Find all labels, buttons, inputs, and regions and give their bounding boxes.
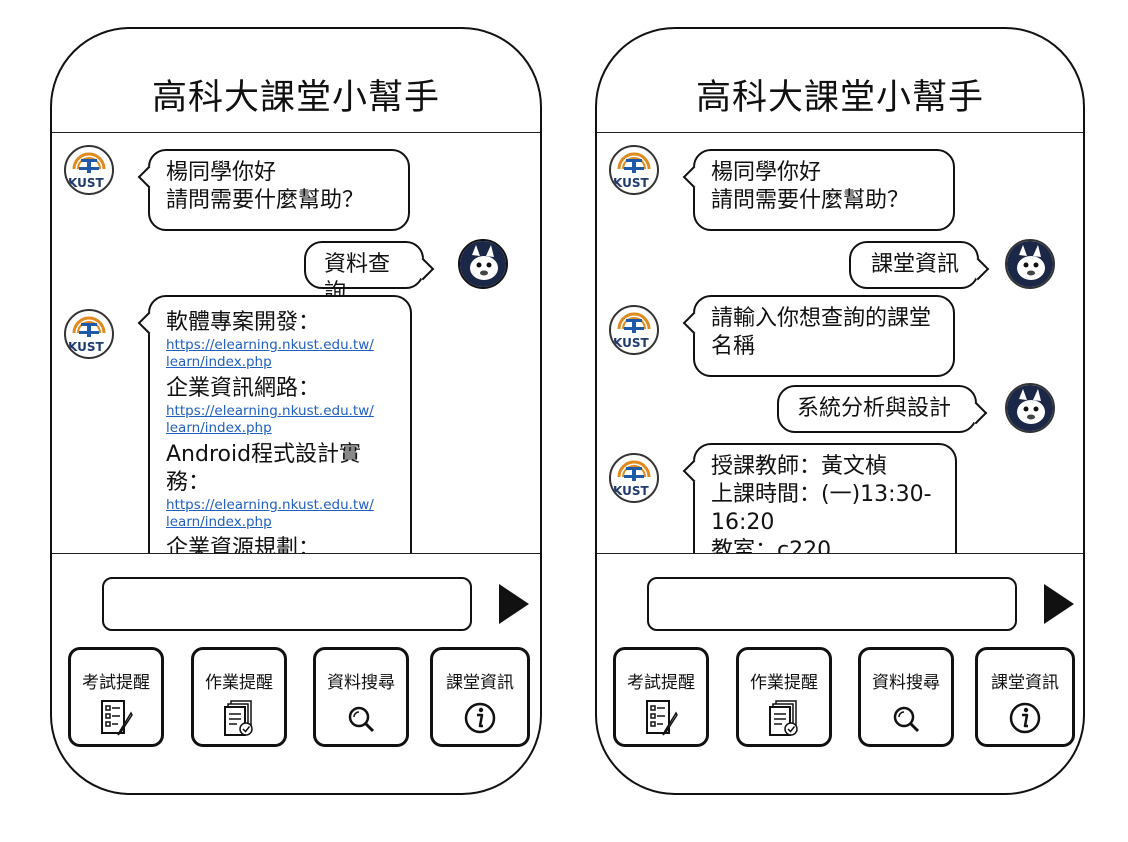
button-label: 作業提醒 xyxy=(750,673,818,693)
button-label: 作業提醒 xyxy=(205,673,273,693)
user-message-text: 課堂資訊 xyxy=(871,252,960,277)
button-label: 考試提醒 xyxy=(627,673,695,693)
data-search-button[interactable]: 資料搜尋 xyxy=(858,647,954,747)
phone-screen-right: 高科大課堂小幫手 KUST 楊同學你好 請問需要什麼幫助？ 課堂資訊 KUST … xyxy=(595,27,1085,795)
course-link[interactable]: https://elearning.nkust.edu.tw/ xyxy=(166,497,396,514)
bot-avatar: KUST xyxy=(64,309,114,359)
course-link[interactable]: https://elearning.nkust.edu.tw/ xyxy=(166,337,396,354)
homework-reminder-button[interactable]: 作業提醒 xyxy=(736,647,832,747)
bot-message-prompt: 請輸入你想查詢的課堂名稱 xyxy=(682,295,955,377)
bot-message-greeting: 楊同學你好 請問需要什麼幫助？ xyxy=(682,149,955,231)
svg-text:KUST: KUST xyxy=(613,484,649,498)
exam-reminder-button[interactable]: 考試提醒 xyxy=(68,647,164,747)
send-arrow-icon[interactable] xyxy=(1044,584,1074,624)
user-avatar xyxy=(1005,239,1055,289)
search-icon xyxy=(893,706,920,733)
svg-text:KUST: KUST xyxy=(613,336,649,350)
svg-text:KUST: KUST xyxy=(68,340,104,354)
user-message: 課堂資訊 xyxy=(849,241,990,289)
chat-area[interactable]: KUST 楊同學你好 請問需要什麼幫助？ 課堂資訊 KUST 請輸入你想查詢的課… xyxy=(597,133,1083,553)
svg-text:KUST: KUST xyxy=(613,176,649,190)
course-name: 軟體專案開發： xyxy=(166,310,321,335)
user-avatar xyxy=(1005,383,1055,433)
input-divider xyxy=(597,553,1083,554)
exam-reminder-button[interactable]: 考試提醒 xyxy=(613,647,709,747)
prompt-text: 請輸入你想查詢的課堂名稱 xyxy=(711,306,932,359)
nkust-logo-icon: KUST xyxy=(613,460,651,498)
greeting-question: 請問需要什麼幫助？ xyxy=(166,188,365,213)
nkust-logo-icon: KUST xyxy=(613,152,651,190)
input-divider xyxy=(52,553,540,554)
course-link[interactable]: learn/index.php xyxy=(166,514,396,531)
app-title: 高科大課堂小幫手 xyxy=(151,78,440,118)
course-link[interactable]: https://elearning.nkust.edu.tw/ xyxy=(166,403,396,420)
message-input[interactable] xyxy=(102,577,472,631)
app-title: 高科大課堂小幫手 xyxy=(695,78,984,118)
teacher-line: 授課教師：黃文楨 xyxy=(711,454,888,479)
exam-checklist-icon xyxy=(646,700,678,736)
send-arrow-icon[interactable] xyxy=(499,584,529,624)
homework-docs-icon xyxy=(224,700,253,736)
bot-message-course-list: 軟體專案開發： https://elearning.nkust.edu.tw/ … xyxy=(137,295,412,553)
course-name: 企業資源規劃： xyxy=(166,536,321,553)
bot-avatar: KUST xyxy=(609,453,659,503)
llama-avatar-icon xyxy=(1007,385,1053,431)
nkust-logo-icon: KUST xyxy=(68,152,106,190)
user-avatar xyxy=(458,239,508,289)
bot-avatar: KUST xyxy=(64,145,114,195)
info-icon xyxy=(464,702,496,734)
homework-docs-icon xyxy=(769,700,798,736)
course-name: Android程式設計實務： xyxy=(166,442,362,495)
bot-avatar: KUST xyxy=(609,305,659,355)
class-info-button[interactable]: 課堂資訊 xyxy=(975,647,1075,747)
search-icon xyxy=(348,706,375,733)
homework-reminder-button[interactable]: 作業提醒 xyxy=(191,647,287,747)
bot-avatar: KUST xyxy=(609,145,659,195)
button-label: 課堂資訊 xyxy=(446,673,514,693)
phone-screen-left: 高科大課堂小幫手 KUST 楊同學你好 請問需要什麼幫助？ 資料查詢 KUST … xyxy=(50,27,542,795)
llama-avatar-icon xyxy=(1007,241,1053,287)
class-info-button[interactable]: 課堂資訊 xyxy=(430,647,530,747)
classroom-line: 教室：c220 xyxy=(711,538,832,553)
course-link[interactable]: learn/index.php xyxy=(166,354,396,371)
button-label: 課堂資訊 xyxy=(991,673,1059,693)
button-label: 考試提醒 xyxy=(82,673,150,693)
info-icon xyxy=(1009,702,1041,734)
data-search-button[interactable]: 資料搜尋 xyxy=(313,647,409,747)
exam-checklist-icon xyxy=(101,700,133,736)
llama-avatar-icon xyxy=(460,241,506,287)
svg-text:KUST: KUST xyxy=(68,176,104,190)
course-link[interactable]: learn/index.php xyxy=(166,420,396,437)
bot-message-class-info: 授課教師：黃文楨 上課時間：(一)13:30-16:20 教室：c220 xyxy=(682,443,957,553)
class-time-line: 上課時間：(一)13:30-16:20 xyxy=(711,482,932,535)
greeting-line: 楊同學你好 xyxy=(711,160,822,185)
button-label: 資料搜尋 xyxy=(872,673,940,693)
button-label: 資料搜尋 xyxy=(327,673,395,693)
chat-area[interactable]: KUST 楊同學你好 請問需要什麼幫助？ 資料查詢 KUST 軟體專案開發： h… xyxy=(52,133,540,553)
nkust-logo-icon: KUST xyxy=(613,312,651,350)
course-name: 企業資訊網路： xyxy=(166,376,321,401)
greeting-line: 楊同學你好 xyxy=(166,160,277,185)
user-message: 系統分析與設計 xyxy=(777,385,988,433)
greeting-question: 請問需要什麼幫助？ xyxy=(711,188,910,213)
user-message: 資料查詢 xyxy=(304,241,435,305)
nkust-logo-icon: KUST xyxy=(68,316,106,354)
user-message-text: 系統分析與設計 xyxy=(797,396,952,421)
bot-message-greeting: 楊同學你好 請問需要什麼幫助？ xyxy=(137,149,410,231)
message-input[interactable] xyxy=(647,577,1017,631)
